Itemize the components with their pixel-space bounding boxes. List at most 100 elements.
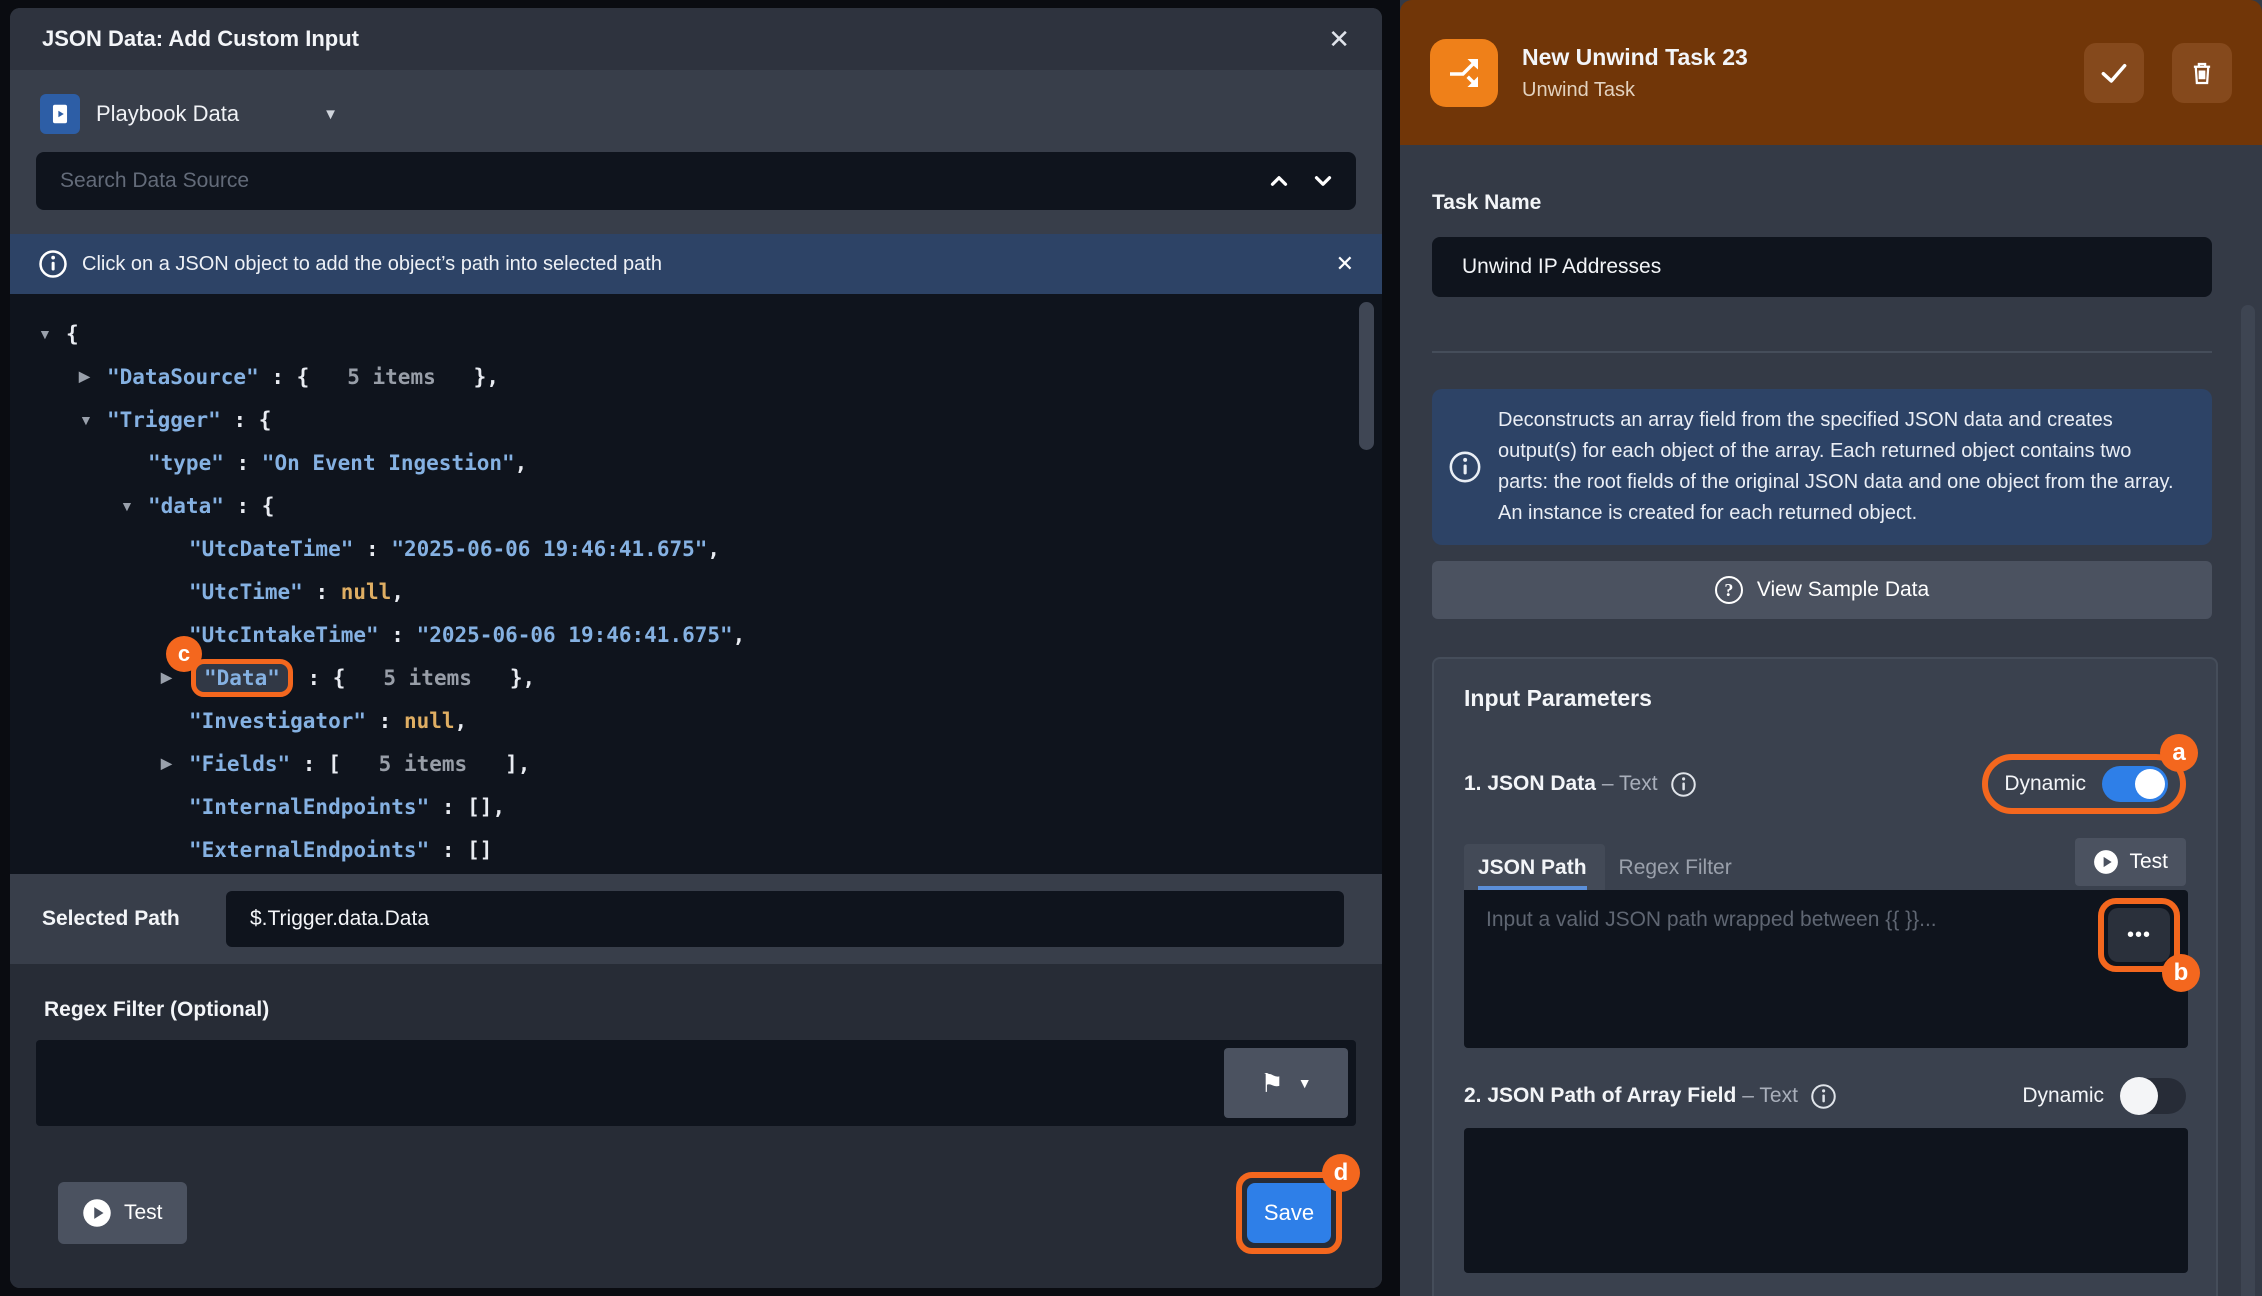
task-name-value: Unwind IP Addresses (1462, 255, 1661, 279)
play-icon (82, 1198, 112, 1228)
task-name-input[interactable]: Unwind IP Addresses (1432, 237, 2212, 297)
info-icon (38, 249, 68, 279)
test-button[interactable]: Test (58, 1182, 187, 1244)
json-token: { (66, 322, 79, 346)
json-token: "2025-06-06 19:46:41.675" (417, 623, 733, 647)
divider (1432, 351, 2212, 353)
dynamic-toggle-off[interactable] (2120, 1078, 2186, 1114)
selected-path-value: $.Trigger.data.Data (250, 907, 429, 931)
chevron-up-icon[interactable] (1266, 168, 1292, 194)
json-tree-line[interactable]: "InternalEndpoints" : [], (10, 785, 1382, 828)
modal-footer: Test Save d (36, 1172, 1356, 1254)
annotation-c: c (166, 636, 202, 672)
annotation-ring-d: Save d (1236, 1172, 1342, 1254)
info-icon (1448, 450, 1482, 484)
input-parameters-panel: Input Parameters 1. JSON Data – Text Dyn… (1432, 657, 2218, 1296)
json-tree-line[interactable]: "UtcTime" : null, (10, 570, 1382, 613)
param-1-tabs: JSON Path Regex Filter Test (1464, 838, 2186, 890)
json-token: : (379, 623, 417, 647)
json-data-modal: JSON Data: Add Custom Input ✕ Playbook D… (10, 8, 1382, 1288)
tab-regex-filter[interactable]: Regex Filter (1605, 844, 1750, 890)
json-tree-line[interactable]: "UtcIntakeTime" : "2025-06-06 19:46:41.6… (10, 613, 1382, 656)
delete-button[interactable] (2172, 43, 2232, 103)
annotation-b: b (2162, 954, 2200, 992)
array-field-textarea[interactable] (1464, 1128, 2188, 1273)
json-token: , (455, 709, 468, 733)
json-token: : (303, 580, 341, 604)
json-path-textarea[interactable]: Input a valid JSON path wrapped between … (1464, 890, 2188, 1048)
data-source-selected-value: Playbook Data (96, 101, 239, 127)
json-token: : (429, 795, 467, 819)
json-tree-line[interactable]: "ExternalEndpoints" : [] (10, 828, 1382, 871)
regex-filter-input[interactable]: ⚑ ▼ (36, 1040, 1356, 1126)
json-tree-line[interactable]: ▼"data" : { (10, 484, 1382, 527)
json-token: "Trigger" (107, 408, 221, 432)
json-token: , (391, 580, 404, 604)
scrollbar-thumb[interactable] (1359, 302, 1374, 450)
annotation-ring-b: ••• b (2098, 898, 2180, 972)
task-description-box: Deconstructs an array field from the spe… (1432, 389, 2212, 545)
view-sample-data-label: View Sample Data (1757, 578, 1929, 602)
json-path-placeholder: Input a valid JSON path wrapped between … (1486, 908, 1937, 931)
task-panel-body: Task Name Unwind IP Addresses Deconstruc… (1400, 145, 2262, 1296)
json-tree-line[interactable]: "Investigator" : null, (10, 699, 1382, 742)
modal-title: JSON Data: Add Custom Input (42, 26, 359, 52)
annotation-d: d (1322, 1154, 1360, 1192)
tree-toggle-icon[interactable]: ▼ (38, 326, 66, 342)
search-data-source-input[interactable]: Search Data Source (36, 152, 1356, 210)
task-panel: New Unwind Task 23 Unwind Task Task Name… (1400, 0, 2262, 1296)
chevron-down-icon: ▼ (1298, 1075, 1312, 1091)
param-2-type: – Text (1742, 1084, 1798, 1108)
banner-close-icon[interactable]: ✕ (1336, 251, 1354, 277)
info-icon (1810, 1083, 1837, 1110)
search-placeholder: Search Data Source (60, 169, 249, 193)
tree-toggle-icon[interactable]: ▼ (79, 412, 107, 428)
tab-json-path[interactable]: JSON Path (1464, 844, 1605, 890)
json-token: 5 items (309, 365, 473, 389)
highlighted-json-key: "Data"c (191, 659, 293, 697)
scrollbar-thumb[interactable] (2241, 305, 2255, 1296)
confirm-button[interactable] (2084, 43, 2144, 103)
chevron-down-icon: ▼ (323, 106, 338, 123)
more-options-button[interactable]: ••• (2108, 908, 2170, 962)
data-source-selector[interactable]: Playbook Data ▼ (10, 70, 1382, 134)
json-token: [], (467, 795, 505, 819)
json-token: , (707, 537, 720, 561)
json-tree-line[interactable]: ▼"Trigger" : { (10, 398, 1382, 441)
annotation-a: a (2160, 734, 2198, 772)
view-sample-data-button[interactable]: ? View Sample Data (1432, 561, 2212, 619)
play-icon (2093, 849, 2119, 875)
param-test-button[interactable]: Test (2075, 838, 2186, 886)
tree-toggle-icon[interactable]: ▼ (120, 498, 148, 514)
json-token: : { (295, 666, 346, 690)
param-2-label: 2. JSON Path of Array Field (1464, 1084, 1736, 1108)
tree-toggle-icon[interactable]: ▶ (161, 669, 189, 686)
regex-flags-dropdown[interactable]: ⚑ ▼ (1224, 1048, 1348, 1118)
tree-toggle-icon[interactable]: ▶ (79, 368, 107, 385)
info-icon (1670, 771, 1697, 798)
json-tree-line[interactable]: ▼{ (10, 312, 1382, 355)
task-description: Deconstructs an array field from the spe… (1498, 405, 2186, 529)
json-token: "DataSource" (107, 365, 259, 389)
json-token: }, (474, 365, 499, 389)
json-tree-line[interactable]: ▶"DataSource" : { 5 items }, (10, 355, 1382, 398)
check-icon (2098, 57, 2130, 89)
json-token: "Fields" (189, 752, 290, 776)
close-icon[interactable]: ✕ (1328, 24, 1350, 55)
task-subtitle: Unwind Task (1522, 79, 1748, 102)
json-token: "Investigator" (189, 709, 366, 733)
page: JSON Data: Add Custom Input ✕ Playbook D… (0, 0, 2262, 1296)
dynamic-toggle-on[interactable] (2102, 766, 2168, 802)
task-title: New Unwind Task 23 (1522, 44, 1748, 71)
json-tree-line[interactable]: ▶"Data"c : { 5 items }, (10, 656, 1382, 699)
json-token: "InternalEndpoints" (189, 795, 429, 819)
json-tree-line[interactable]: "type" : "On Event Ingestion", (10, 441, 1382, 484)
banner-text: Click on a JSON object to add the object… (82, 253, 662, 276)
chevron-down-icon[interactable] (1310, 168, 1336, 194)
json-tree-line[interactable]: "UtcDateTime" : "2025-06-06 19:46:41.675… (10, 527, 1382, 570)
tree-toggle-icon[interactable]: ▶ (161, 755, 189, 772)
json-tree-line[interactable]: ▶"Fields" : [ 5 items ], (10, 742, 1382, 785)
selected-path-input[interactable]: $.Trigger.data.Data (226, 891, 1344, 947)
param-2-dynamic: Dynamic (2022, 1078, 2186, 1114)
save-button[interactable]: Save (1247, 1183, 1331, 1243)
